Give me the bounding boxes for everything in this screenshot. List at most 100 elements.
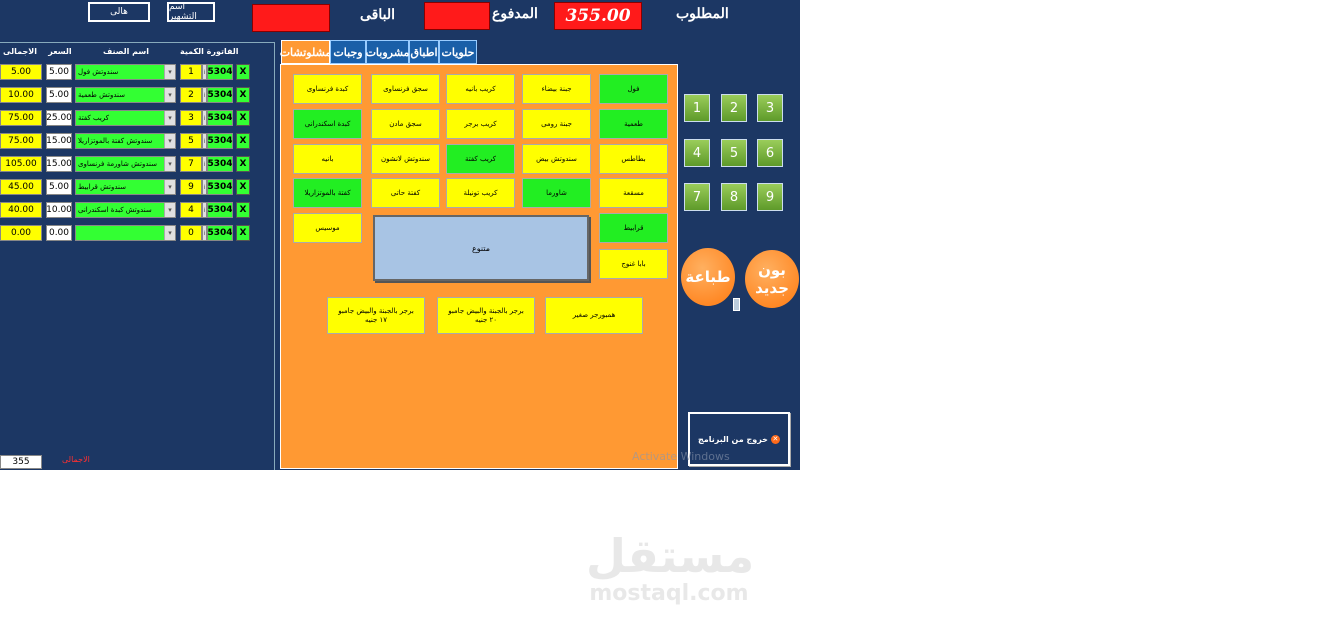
burger-small-button[interactable]: همبورجر صغير <box>545 297 643 334</box>
item-button-luncheon-sandwich[interactable]: سندوتش لانشون <box>371 144 440 174</box>
row-delete-button[interactable]: X <box>236 179 250 195</box>
item-button-kofta-mozzarella[interactable]: كفتة بالموتزاريلا <box>293 178 362 208</box>
tab-sandwiches[interactable]: مشلوتشات <box>280 40 331 64</box>
dropdown-arrow-icon[interactable]: ▾ <box>164 157 175 171</box>
misc-button[interactable]: متنوع <box>373 215 589 281</box>
site-logo: مستقل mostaql.com <box>586 529 755 610</box>
row-price-field[interactable]: 5.00 <box>46 179 72 195</box>
item-button-alexandrian-liver[interactable]: كبدة اسكندرانى <box>293 109 362 139</box>
item-button-crepe-pane[interactable]: كريب بانيه <box>446 74 515 104</box>
numpad-key-2[interactable]: 2 <box>721 94 747 122</box>
row-item-select[interactable]: سندوتش فول ▾ <box>75 64 176 80</box>
row-item-select[interactable]: سندوتش طعمية ▾ <box>75 87 176 103</box>
row-qty-field[interactable]: 7 <box>180 156 202 172</box>
numpad-key-6[interactable]: 6 <box>757 139 783 167</box>
item-button-taameya[interactable]: طعمية <box>599 109 668 139</box>
item-button-crepe-tuna[interactable]: كريب تونيلة <box>446 178 515 208</box>
item-button-qarabit[interactable]: قرابيط <box>599 213 668 243</box>
customer-name-button[interactable]: اسم التشهير <box>167 2 215 22</box>
row-qty-field[interactable]: 0 <box>180 225 202 241</box>
row-delete-button[interactable]: X <box>236 133 250 149</box>
row-price-field[interactable]: 10.00 <box>46 202 72 218</box>
dropdown-arrow-icon[interactable]: ▾ <box>164 65 175 79</box>
row-item-select[interactable]: سندوتش قرابيط ▾ <box>75 179 176 195</box>
burger-jumbo-17-button[interactable]: برجر بالجبنة والبيض جامبو ١٧ جنيه <box>327 297 425 334</box>
numpad-key-4[interactable]: 4 <box>684 139 710 167</box>
row-item-select[interactable]: ▾ <box>75 225 176 241</box>
item-button-egg-sandwich[interactable]: سندوتش بيض <box>522 144 591 174</box>
row-item-select[interactable]: سندوتش شاورمة فرنساوى ▾ <box>75 156 176 172</box>
item-button-baba-ghanoush[interactable]: بابا غنوج <box>599 249 668 279</box>
row-price-field[interactable]: 5.00 <box>46 87 72 103</box>
row-price-field[interactable]: 15.00 <box>46 133 72 149</box>
numpad-key-8[interactable]: 8 <box>721 183 747 211</box>
row-qty-field[interactable]: 1 <box>180 64 202 80</box>
dropdown-arrow-icon[interactable]: ▾ <box>164 226 175 240</box>
item-button-fries[interactable]: بطاطس <box>599 144 668 174</box>
row-delete-button[interactable]: X <box>236 225 250 241</box>
required-amount-box: 355.00 <box>554 2 642 30</box>
row-price-field[interactable]: 25.00 <box>46 110 72 126</box>
item-button-french-liver[interactable]: كبدة فرنساوى <box>293 74 362 104</box>
row-item-name: سندوتش كفتة بالموتزاريلا <box>78 137 153 145</box>
row-qty-field[interactable]: 3 <box>180 110 202 126</box>
item-button-moussis[interactable]: موسيس <box>293 213 362 243</box>
item-button-crepe-kofta[interactable]: كريب كفتة <box>446 144 515 174</box>
row-total: 0.00 <box>0 225 42 241</box>
numpad-key-1[interactable]: 1 <box>684 94 710 122</box>
row-qty-field[interactable]: 9 <box>180 179 202 195</box>
row-qty-field[interactable]: 2 <box>180 87 202 103</box>
row-price-field[interactable]: 5.00 <box>46 64 72 80</box>
row-qty-field[interactable]: 5 <box>180 133 202 149</box>
grand-total-value: 355 <box>0 455 42 469</box>
required-amount: 355.00 <box>565 6 631 26</box>
row-item-select[interactable]: سندوتش كفتة بالموتزاريلا ▾ <box>75 133 176 149</box>
item-button-ful[interactable]: فول <box>599 74 668 104</box>
hall-button[interactable]: هالى <box>88 2 150 22</box>
row-invoice-number: 5304 <box>207 225 233 241</box>
paid-amount-box[interactable] <box>424 2 490 30</box>
row-delete-button[interactable]: X <box>236 110 250 126</box>
row-delete-button[interactable]: X <box>236 156 250 172</box>
numpad-key-3[interactable]: 3 <box>757 94 783 122</box>
row-price-field[interactable]: 15.00 <box>46 156 72 172</box>
dropdown-arrow-icon[interactable]: ▾ <box>164 88 175 102</box>
row-qty-field[interactable]: 4 <box>180 202 202 218</box>
row-delete-button[interactable]: X <box>236 87 250 103</box>
tab-drinks[interactable]: مشروبات <box>366 40 409 64</box>
burger-jumbo-20-button[interactable]: برجر بالجبنة والبيض جامبو ٢٠ جنيه <box>437 297 535 334</box>
item-button-hati-kofta[interactable]: كفتة حاتى <box>371 178 440 208</box>
dropdown-arrow-icon[interactable]: ▾ <box>164 180 175 194</box>
row-item-select[interactable]: كريب كفتة ▾ <box>75 110 176 126</box>
item-button-white-cheese[interactable]: جبنة بيضاء <box>522 74 591 104</box>
numpad-key-5[interactable]: 5 <box>721 139 747 167</box>
new-order-button[interactable]: بون جديد <box>745 250 799 308</box>
numpad-key-7[interactable]: 7 <box>684 183 710 211</box>
dropdown-arrow-icon[interactable]: ▾ <box>164 203 175 217</box>
tab-dishes[interactable]: اطباق <box>409 40 439 64</box>
header-invoice-qty: الفاتورة الكمية <box>180 47 239 56</box>
misc-button-label: متنوع <box>471 243 491 253</box>
item-button-roumy-cheese[interactable]: جبنة رومى <box>522 109 591 139</box>
item-button-crepe-burger[interactable]: كريب برجر <box>446 109 515 139</box>
dropdown-arrow-icon[interactable]: ▾ <box>164 111 175 125</box>
numpad-key-9[interactable]: 9 <box>757 183 783 211</box>
tab-meals[interactable]: وجبات <box>330 40 366 64</box>
site-logo-arabic: مستقل <box>586 529 755 583</box>
item-button-mad-sausage[interactable]: سجق مادن <box>371 109 440 139</box>
row-item-select[interactable]: سندوتش كبدة اسكندرانى ▾ <box>75 202 176 218</box>
print-button[interactable]: طباعة <box>681 248 735 306</box>
item-button-shawarma[interactable]: شاورما <box>522 178 591 208</box>
item-button-french-sausage[interactable]: سجق فرنساوى <box>371 74 440 104</box>
row-invoice-number: 5304 <box>207 64 233 80</box>
row-delete-button[interactable]: X <box>236 202 250 218</box>
header-item-name: اسم الصنف <box>102 47 150 56</box>
tab-desserts[interactable]: حلويات <box>439 40 477 64</box>
small-indicator <box>733 298 740 311</box>
item-button-moussaka[interactable]: مسقعة <box>599 178 668 208</box>
row-price-field[interactable]: 0.00 <box>46 225 72 241</box>
item-button-pane[interactable]: بانيه <box>293 144 362 174</box>
row-delete-button[interactable]: X <box>236 64 250 80</box>
header-price: السعر <box>48 47 72 56</box>
dropdown-arrow-icon[interactable]: ▾ <box>164 134 175 148</box>
